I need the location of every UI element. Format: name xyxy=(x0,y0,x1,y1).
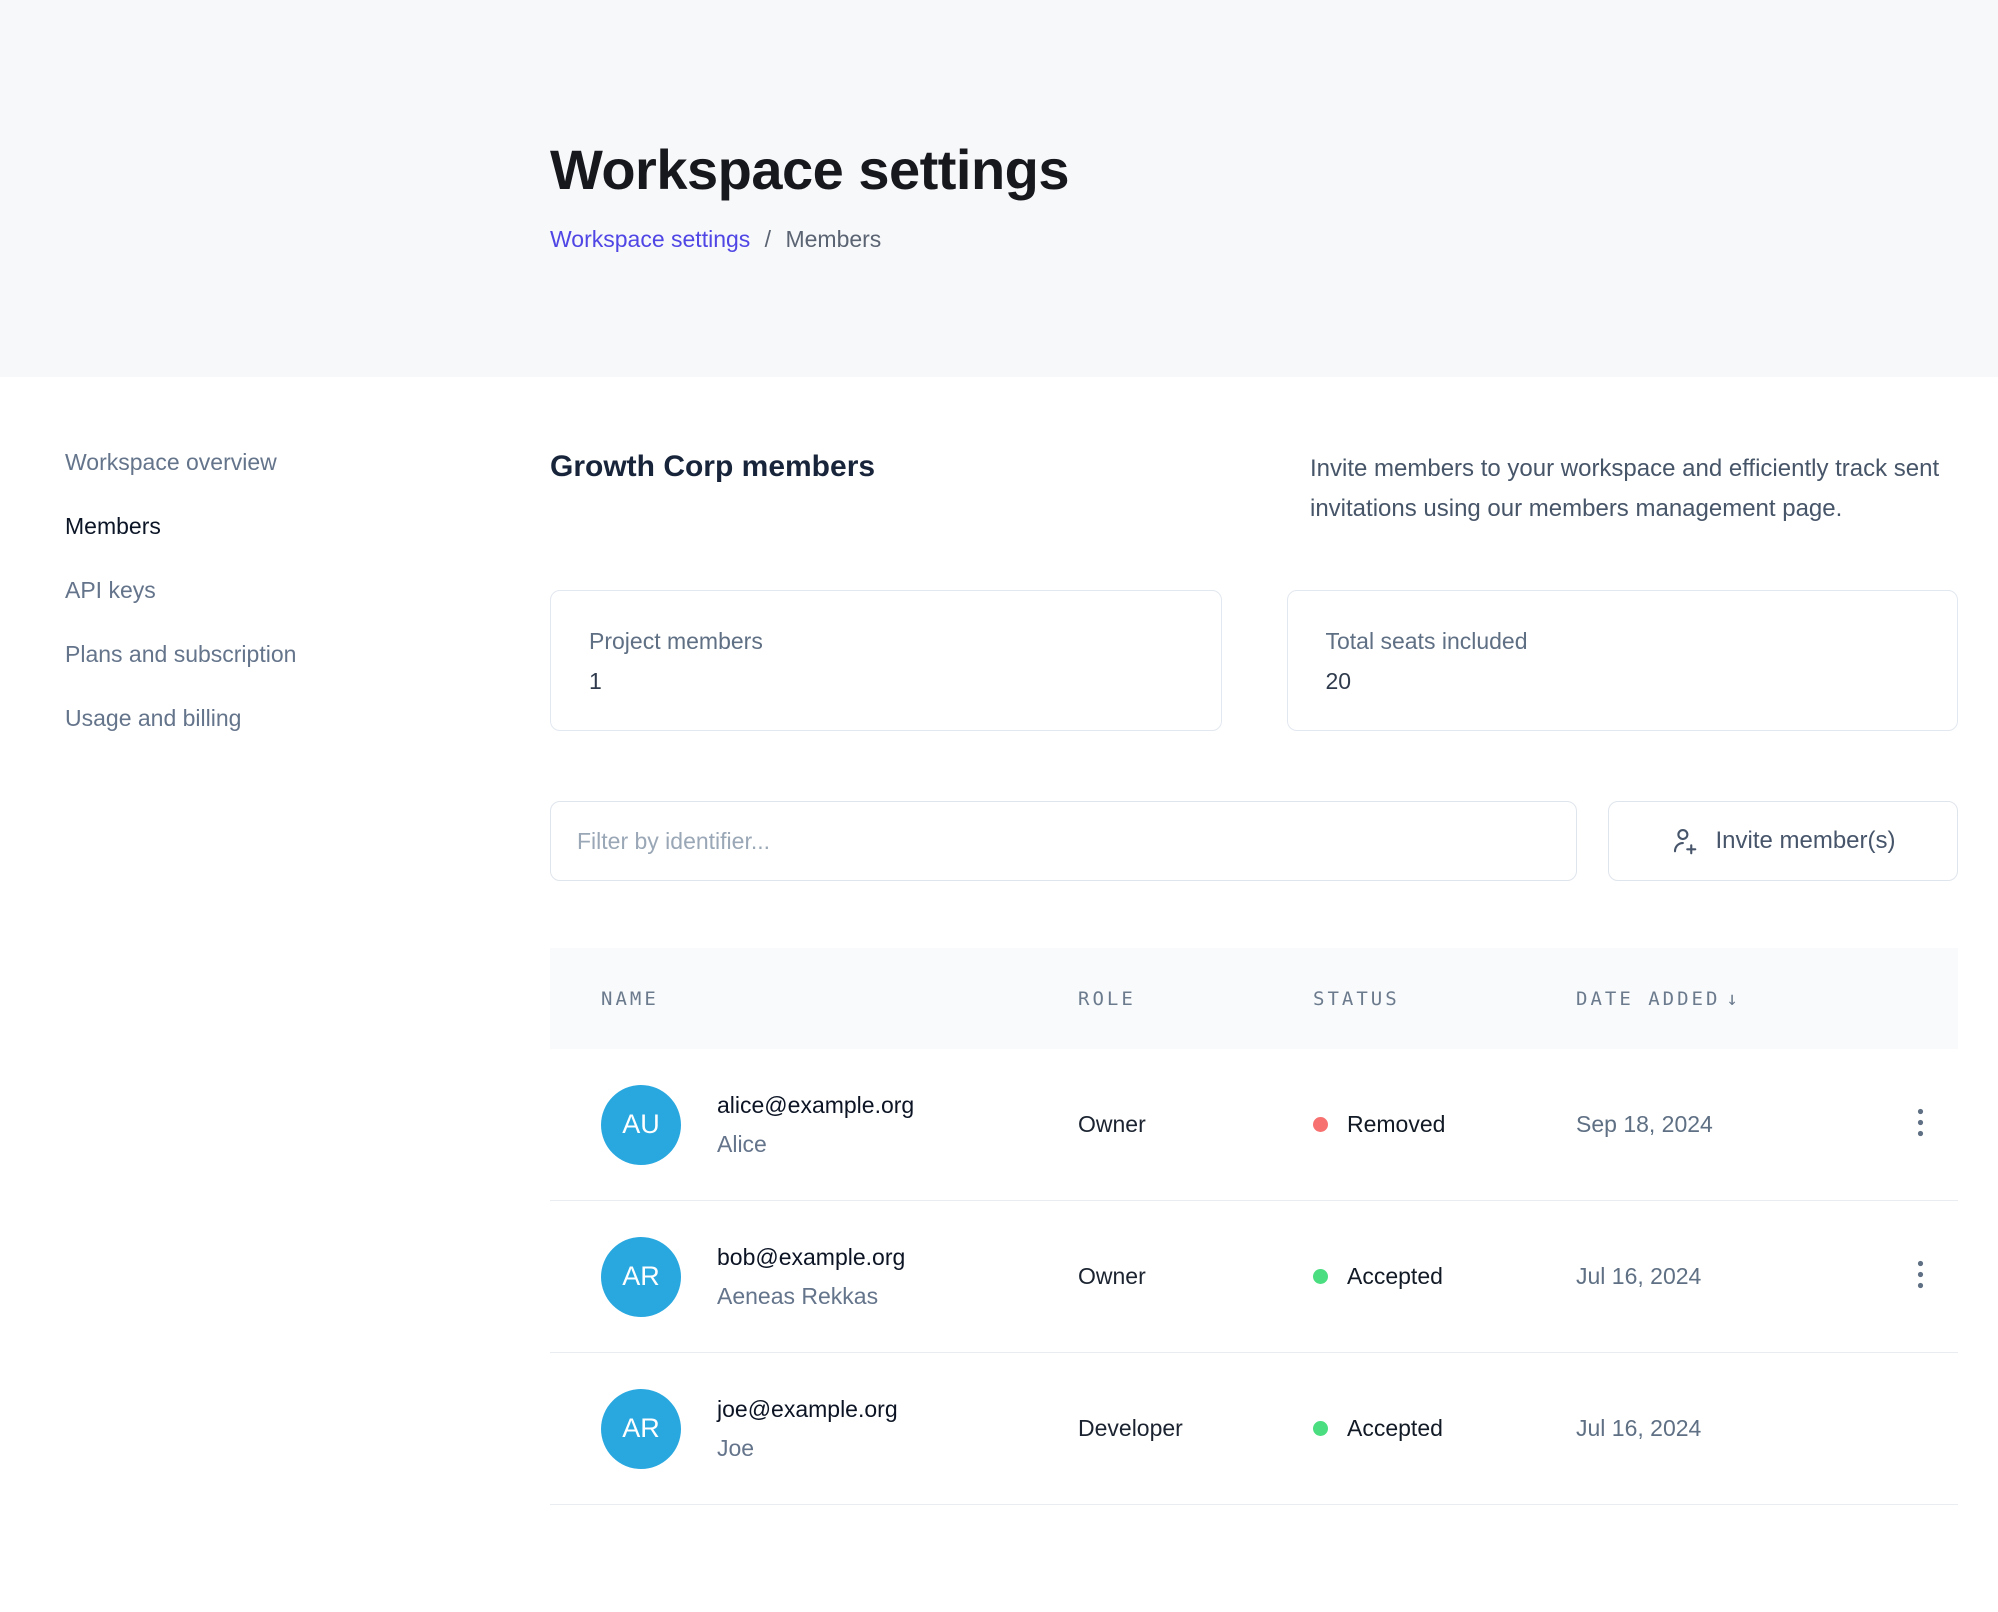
invite-button-label: Invite member(s) xyxy=(1715,827,1895,855)
sidebar-item-usage-billing[interactable]: Usage and billing xyxy=(65,705,425,732)
row-menu-icon[interactable] xyxy=(1909,1252,1932,1302)
content-area: Workspace overview Members API keys Plan… xyxy=(0,377,1998,1505)
breadcrumb-separator: / xyxy=(765,226,771,252)
sidebar-item-plans-subscription[interactable]: Plans and subscription xyxy=(65,641,425,668)
table-header-row: NAME ROLE STATUS DATE ADDED↓ xyxy=(550,948,1958,1049)
sidebar-item-workspace-overview[interactable]: Workspace overview xyxy=(65,449,425,476)
member-role: Developer xyxy=(1078,1415,1313,1442)
stat-card-total-seats: Total seats included 20 xyxy=(1287,590,1959,731)
member-name: Aeneas Rekkas xyxy=(717,1283,905,1310)
member-role: Owner xyxy=(1078,1111,1313,1138)
status-dot xyxy=(1313,1117,1328,1132)
member-name: Joe xyxy=(717,1435,898,1462)
members-description: Invite members to your workspace and eff… xyxy=(1310,449,1958,529)
page-title: Workspace settings xyxy=(550,137,1998,202)
table-row: AR bob@example.org Aeneas Rekkas Owner A… xyxy=(550,1201,1958,1353)
avatar: AR xyxy=(601,1237,681,1317)
member-date-added: Jul 16, 2024 xyxy=(1576,1263,1882,1290)
member-email: alice@example.org xyxy=(717,1092,914,1119)
filter-input[interactable] xyxy=(550,801,1577,881)
breadcrumb-current-members: Members xyxy=(785,226,881,252)
table-row: AR joe@example.org Joe Developer Accepte… xyxy=(550,1353,1958,1505)
members-heading: Growth Corp members xyxy=(550,449,875,485)
column-header-role: ROLE xyxy=(1078,988,1313,1010)
stat-label: Project members xyxy=(589,628,1183,655)
stat-value: 20 xyxy=(1326,668,1920,695)
member-date-added: Sep 18, 2024 xyxy=(1576,1111,1882,1138)
avatar: AU xyxy=(601,1085,681,1165)
member-role: Owner xyxy=(1078,1263,1313,1290)
members-table: NAME ROLE STATUS DATE ADDED↓ AU alice@ex… xyxy=(550,948,1958,1505)
settings-sidebar: Workspace overview Members API keys Plan… xyxy=(65,449,425,1505)
member-email: joe@example.org xyxy=(717,1396,898,1423)
status-badge: Removed xyxy=(1347,1111,1445,1138)
stat-cards: Project members 1 Total seats included 2… xyxy=(550,590,1958,731)
avatar: AR xyxy=(601,1389,681,1469)
column-header-date-added[interactable]: DATE ADDED↓ xyxy=(1576,988,1882,1010)
column-header-status: STATUS xyxy=(1313,988,1576,1010)
breadcrumb-link-workspace-settings[interactable]: Workspace settings xyxy=(550,226,750,252)
stat-label: Total seats included xyxy=(1326,628,1920,655)
sidebar-item-api-keys[interactable]: API keys xyxy=(65,577,425,604)
stat-card-project-members: Project members 1 xyxy=(550,590,1222,731)
sidebar-item-members[interactable]: Members xyxy=(65,513,425,540)
member-email: bob@example.org xyxy=(717,1244,905,1271)
member-date-added: Jul 16, 2024 xyxy=(1576,1415,1882,1442)
members-main: Growth Corp members Invite members to yo… xyxy=(550,449,1958,1505)
row-menu-icon[interactable] xyxy=(1909,1100,1932,1150)
status-badge: Accepted xyxy=(1347,1263,1443,1290)
status-dot xyxy=(1313,1269,1328,1284)
breadcrumb: Workspace settings / Members xyxy=(550,226,1998,253)
person-plus-icon xyxy=(1670,826,1700,856)
sort-descending-icon: ↓ xyxy=(1726,988,1737,1010)
page-header: Workspace settings Workspace settings / … xyxy=(0,0,1998,377)
stat-value: 1 xyxy=(589,668,1183,695)
invite-members-button[interactable]: Invite member(s) xyxy=(1608,801,1958,881)
status-badge: Accepted xyxy=(1347,1415,1443,1442)
status-dot xyxy=(1313,1421,1328,1436)
table-row: AU alice@example.org Alice Owner Removed… xyxy=(550,1049,1958,1201)
column-header-name: NAME xyxy=(550,988,1078,1010)
member-name: Alice xyxy=(717,1131,914,1158)
